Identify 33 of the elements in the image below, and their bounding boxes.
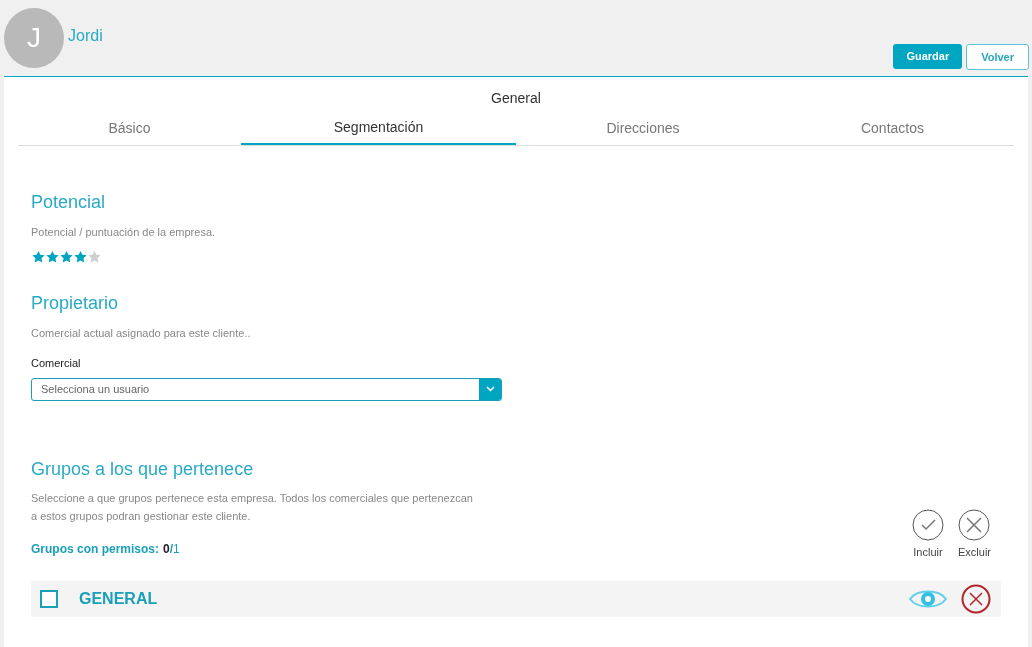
avatar: J — [4, 8, 64, 68]
field-label: Comercial — [31, 356, 82, 371]
permissions-count: 0/1 — [163, 540, 180, 558]
star-icon[interactable] — [87, 249, 102, 264]
section-description: Potencial / puntuación de la empresa. — [31, 225, 217, 240]
section-description: Seleccione a que grupos pertenece esta empresa. Todos los comerciales que pertenezcan a estos grupos podran gestionar este cliente. — [31, 490, 474, 524]
section-title: Propietario — [31, 291, 120, 315]
tab[interactable]: Segmentación — [241, 111, 516, 145]
star-icon[interactable] — [59, 249, 74, 264]
tab[interactable]: Direcciones — [516, 111, 770, 145]
star-icon[interactable] — [73, 249, 88, 264]
tab[interactable]: Contactos — [770, 111, 1015, 145]
close-icon — [958, 509, 991, 541]
section-title: Grupos a los que pertenece — [31, 457, 255, 481]
checkbox[interactable] — [40, 589, 58, 608]
permissions-label: Grupos con permisos: — [31, 540, 160, 558]
user-select[interactable]: Selecciona un usuario — [31, 377, 502, 401]
star-icon[interactable] — [45, 249, 60, 264]
tab[interactable]: Básico — [18, 111, 241, 145]
group-name: GENERAL — [79, 588, 158, 609]
save-button[interactable]: Guardar — [893, 44, 963, 69]
section-description: Comercial actual asignado para este cliente.. — [31, 325, 252, 341]
close-icon[interactable] — [961, 583, 991, 614]
star-icon[interactable] — [31, 249, 46, 264]
select-placeholder: Selecciona un usuario — [40, 381, 151, 397]
user-name: Jordi — [68, 26, 103, 46]
back-button[interactable]: Volver — [966, 44, 1029, 70]
exclude-button[interactable]: Excluir — [958, 509, 991, 561]
include-button[interactable]: Incluir — [912, 509, 944, 561]
panel-title: General — [491, 90, 541, 106]
check-icon — [912, 509, 944, 541]
group-row[interactable]: GENERAL — [31, 580, 1001, 617]
section-title: Potencial — [31, 191, 107, 214]
